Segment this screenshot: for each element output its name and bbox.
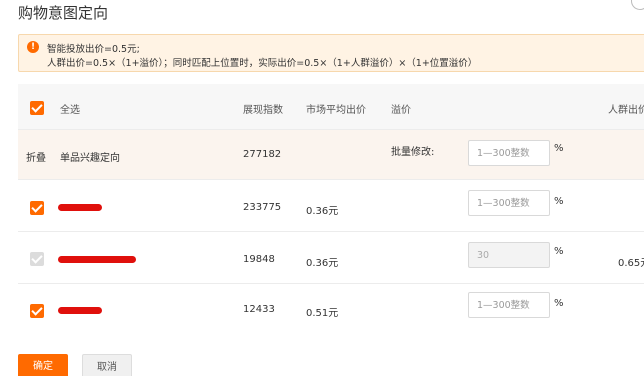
cancel-button[interactable]: 取消 [82, 354, 132, 376]
premium-input-disabled [468, 242, 550, 268]
group-index: 277182 [243, 149, 282, 160]
header-premium: 溢价 [391, 105, 411, 116]
percent-sign: % [554, 298, 564, 309]
row-avg-price: 0.36元 [306, 206, 339, 217]
row-index: 12433 [243, 304, 275, 315]
targeting-table: 全选 展现指数 市场平均出价 溢价 人群出价 折叠 单品兴趣定向 277182 … [18, 84, 644, 336]
batch-edit-label: 批量修改: [391, 147, 435, 158]
collapse-toggle[interactable]: 折叠 [26, 149, 46, 164]
table-header: 全选 展现指数 市场平均出价 溢价 人群出价 [18, 84, 644, 130]
select-all-label: 全选 [60, 105, 80, 116]
table-row: 12433 0.51元 % [18, 284, 644, 336]
percent-sign: % [554, 196, 564, 207]
batch-premium-input[interactable] [468, 140, 550, 166]
page-title: 购物意图定向 [18, 4, 109, 22]
redacted-name [58, 307, 102, 314]
percent-sign: % [554, 143, 564, 154]
row-checkbox[interactable] [30, 201, 44, 215]
warning-icon: ! [27, 41, 39, 53]
select-all-checkbox[interactable] [30, 101, 44, 115]
redacted-name [58, 204, 102, 211]
header-crowd-price: 人群出价 [608, 105, 644, 116]
row-avg-price: 0.36元 [306, 258, 339, 269]
help-icon[interactable] [631, 0, 644, 10]
percent-sign: % [554, 246, 564, 257]
redacted-name [58, 256, 136, 263]
notice-line-1: 智能投放出价=0.5元; [47, 44, 140, 55]
group-row: 折叠 单品兴趣定向 277182 批量修改: % [18, 130, 644, 180]
row-index: 19848 [243, 254, 275, 265]
row-avg-price: 0.51元 [306, 308, 339, 319]
header-index: 展现指数 [243, 105, 283, 116]
header-avg-price: 市场平均出价 [306, 105, 366, 116]
row-index: 233775 [243, 202, 282, 213]
table-row: 19848 0.36元 % 0.65元 [18, 232, 644, 284]
row-crowd-price: 0.65元 [618, 258, 644, 269]
notice-line-2: 人群出价=0.5×（1+溢价）；同时匹配上位置时，实际出价=0.5×（1+人群溢… [47, 58, 478, 69]
row-checkbox[interactable] [30, 304, 44, 318]
confirm-button[interactable]: 确定 [18, 354, 68, 376]
row-checkbox-disabled [30, 252, 44, 266]
premium-input[interactable] [468, 292, 550, 318]
premium-input[interactable] [468, 190, 550, 216]
group-name: 单品兴趣定向 [60, 153, 120, 164]
price-notice: ! 智能投放出价=0.5元; 人群出价=0.5×（1+溢价）；同时匹配上位置时，… [18, 34, 644, 72]
table-row: 233775 0.36元 % [18, 180, 644, 232]
